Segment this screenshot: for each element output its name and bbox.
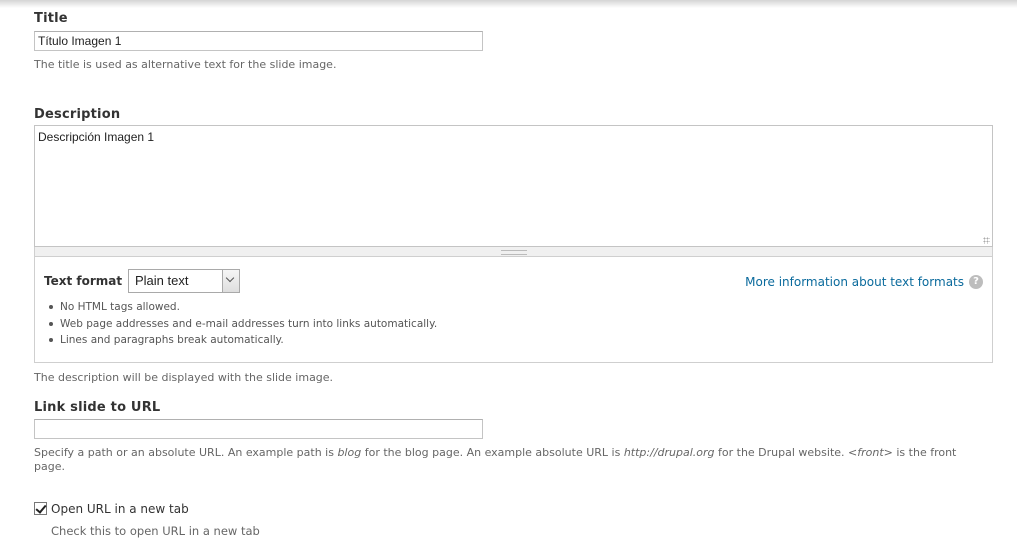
title-help: The title is used as alternative text fo… bbox=[34, 58, 337, 71]
text-format-label: Text format bbox=[44, 274, 123, 288]
text-format-select[interactable]: Plain text bbox=[128, 269, 240, 293]
text-format-wrapper: Text format Plain text More information … bbox=[34, 257, 993, 363]
description-help: The description will be displayed with t… bbox=[34, 371, 334, 384]
top-shadow bbox=[0, 0, 1017, 8]
link-url-input[interactable] bbox=[34, 419, 483, 439]
filter-tips: No HTML tags allowed. Web page addresses… bbox=[49, 300, 437, 350]
open-new-tab-help: Check this to open URL in a new tab bbox=[51, 524, 260, 538]
textarea-resize-handle[interactable] bbox=[34, 247, 993, 257]
filter-tip: No HTML tags allowed. bbox=[49, 300, 437, 317]
chevron-down-icon[interactable] bbox=[222, 270, 239, 292]
title-input[interactable]: Título Imagen 1 bbox=[34, 31, 483, 51]
link-help: Specify a path or an absolute URL. An ex… bbox=[34, 446, 957, 473]
question-icon[interactable]: ? bbox=[969, 275, 983, 289]
open-new-tab-checkbox[interactable] bbox=[34, 502, 47, 515]
grippie-icon bbox=[501, 250, 527, 255]
filter-tip: Web page addresses and e-mail addresses … bbox=[49, 317, 437, 334]
title-label: Title bbox=[34, 11, 68, 26]
description-textarea[interactable]: Descripción Imagen 1 bbox=[34, 125, 993, 247]
resize-grip-icon[interactable] bbox=[983, 237, 990, 244]
description-label: Description bbox=[34, 107, 121, 122]
checkmark-icon bbox=[35, 502, 47, 514]
link-label: Link slide to URL bbox=[34, 400, 161, 415]
open-new-tab-label[interactable]: Open URL in a new tab bbox=[51, 502, 189, 516]
text-format-selected: Plain text bbox=[135, 273, 189, 288]
filter-tip: Lines and paragraphs break automatically… bbox=[49, 333, 437, 350]
more-info-text-formats-link[interactable]: More information about text formats bbox=[745, 275, 964, 289]
description-value: Descripción Imagen 1 bbox=[38, 130, 155, 144]
